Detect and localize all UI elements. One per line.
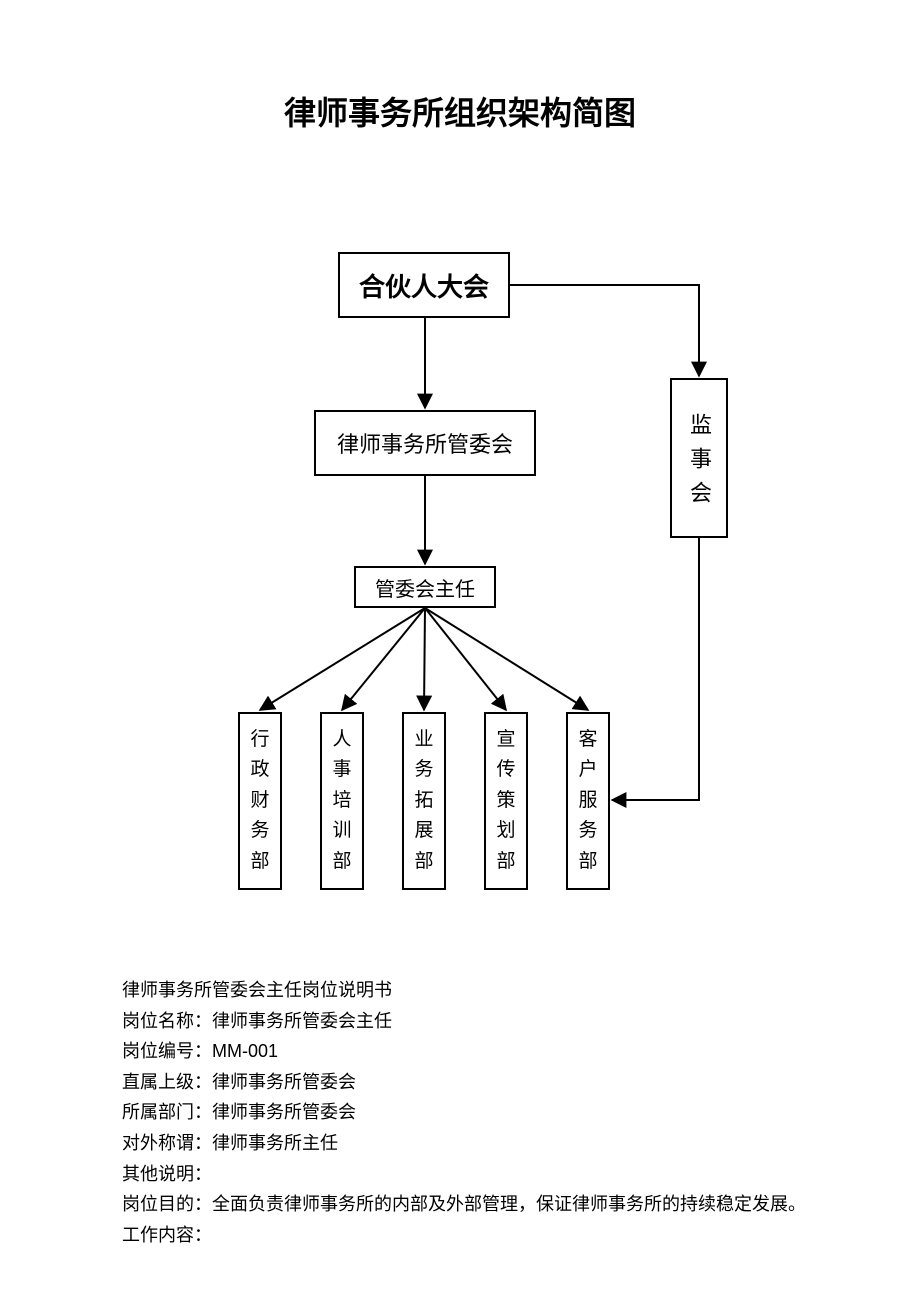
job-row-content: 工作内容：: [122, 1220, 822, 1251]
field-label: 直属上级：: [122, 1072, 212, 1092]
node-label: 宣传策划部: [496, 725, 515, 877]
node-supervisory-board: 监事会: [670, 378, 728, 538]
job-row-other: 其他说明：: [122, 1159, 822, 1190]
node-label: 人事培训部: [332, 725, 351, 877]
field-label: 对外称谓：: [122, 1133, 212, 1153]
job-row-dept: 所属部门：律师事务所管委会: [122, 1097, 822, 1128]
node-label: 管委会主任: [375, 573, 475, 602]
field-label: 岗位名称：: [122, 1011, 212, 1031]
field-label: 工作内容：: [122, 1225, 212, 1245]
field-label: 岗位编号：: [122, 1041, 212, 1061]
node-label: 客户服务部: [578, 725, 597, 877]
node-dept-customer-service: 客户服务部: [566, 712, 610, 890]
node-label: 合伙人大会: [359, 267, 489, 304]
node-partner-meeting: 合伙人大会: [338, 252, 510, 318]
field-label: 所属部门：: [122, 1102, 212, 1122]
field-value: 律师事务所主任: [212, 1133, 338, 1153]
node-label: 监事会: [683, 413, 715, 515]
field-value: 律师事务所管委会: [212, 1072, 356, 1092]
field-value: 律师事务所管委会: [212, 1102, 356, 1122]
job-heading: 律师事务所管委会主任岗位说明书: [122, 975, 822, 1006]
node-dept-admin-finance: 行政财务部: [238, 712, 282, 890]
field-value: MM-001: [212, 1041, 278, 1061]
field-label: 岗位目的：: [122, 1194, 212, 1214]
node-dept-hr-training: 人事培训部: [320, 712, 364, 890]
field-value: 律师事务所管委会主任: [212, 1011, 392, 1031]
node-dept-marketing: 宣传策划部: [484, 712, 528, 890]
job-description: 律师事务所管委会主任岗位说明书 岗位名称：律师事务所管委会主任 岗位编号：MM-…: [122, 975, 822, 1250]
node-label: 行政财务部: [250, 725, 269, 877]
field-value: 全面负责律师事务所的内部及外部管理，保证律师事务所的持续稳定发展。: [212, 1194, 806, 1214]
job-row-id: 岗位编号：MM-001: [122, 1036, 822, 1067]
page-title: 律师事务所组织架构简图: [0, 88, 920, 134]
node-label: 业务拓展部: [414, 725, 433, 877]
job-row-external: 对外称谓：律师事务所主任: [122, 1128, 822, 1159]
job-row-position: 岗位名称：律师事务所管委会主任: [122, 1006, 822, 1037]
field-label: 其他说明：: [122, 1164, 212, 1184]
node-dept-business-dev: 业务拓展部: [402, 712, 446, 890]
node-mgmt-committee: 律师事务所管委会: [314, 410, 536, 476]
node-label: 律师事务所管委会: [337, 427, 513, 459]
node-director: 管委会主任: [354, 566, 496, 608]
job-row-superior: 直属上级：律师事务所管委会: [122, 1067, 822, 1098]
connector-lines: [0, 0, 920, 1000]
job-row-purpose: 岗位目的：全面负责律师事务所的内部及外部管理，保证律师事务所的持续稳定发展。: [122, 1189, 822, 1220]
